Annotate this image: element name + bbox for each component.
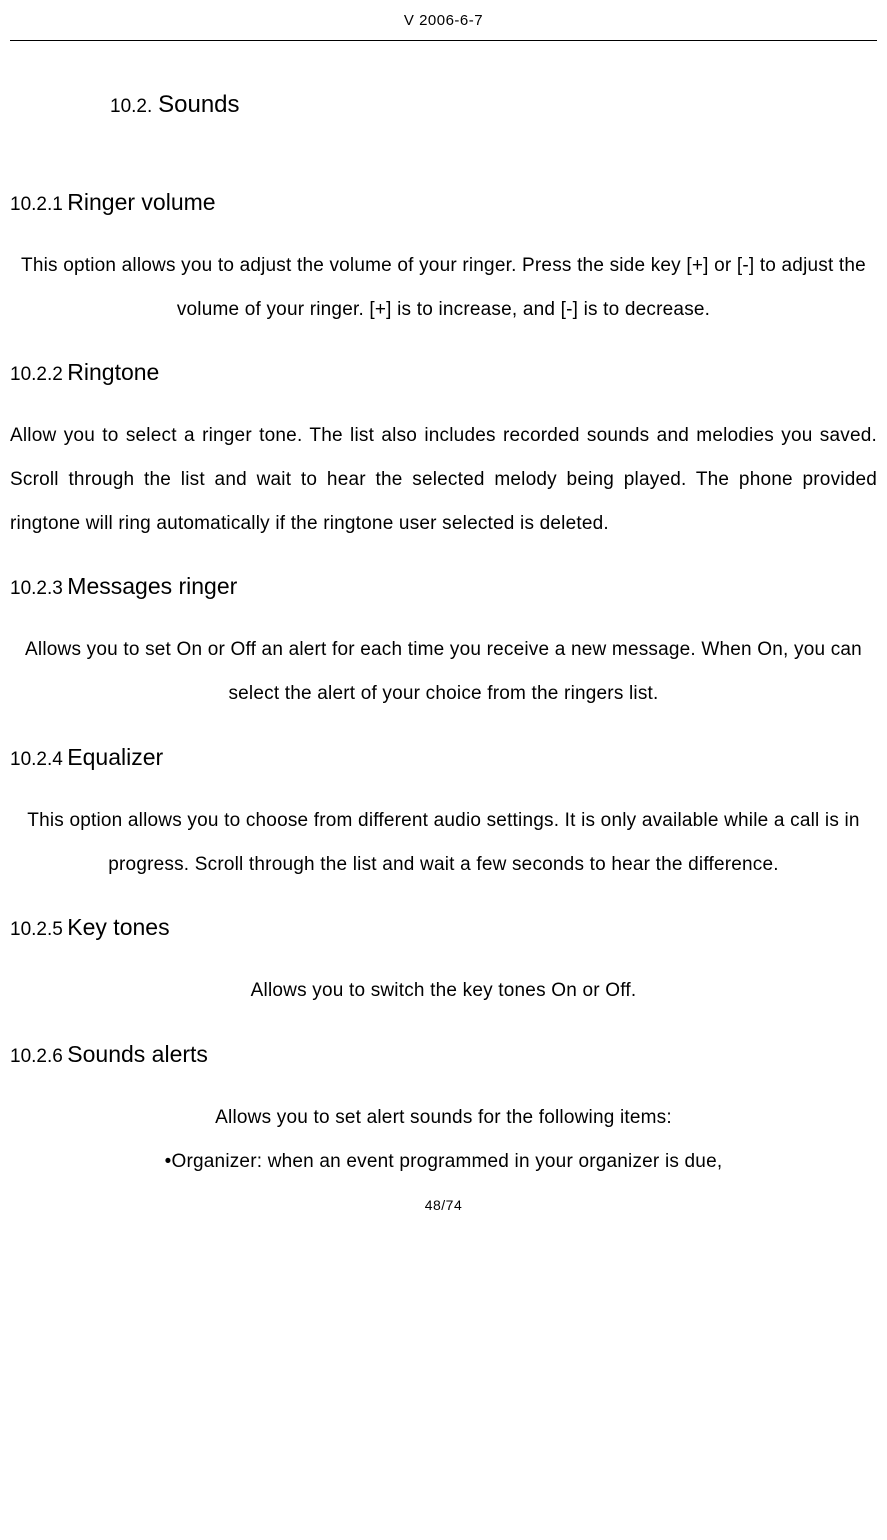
- page-number: 48/74: [425, 1197, 463, 1213]
- heading-10-2-3: 10.2.3 Messages ringer: [10, 573, 877, 600]
- page-footer: 48/74: [10, 1197, 877, 1213]
- subheading-number: 10.2.6: [10, 1046, 63, 1067]
- subheading-title: Ringtone: [67, 359, 159, 385]
- body-10-2-4: This option allows you to choose from di…: [10, 799, 877, 886]
- heading-10-2-6: 10.2.6 Sounds alerts: [10, 1041, 877, 1068]
- subheading-title: Sounds alerts: [67, 1041, 208, 1067]
- subheading-title: Ringer volume: [67, 189, 215, 215]
- subheading-number: 10.2.2: [10, 364, 63, 385]
- subheading-title: Key tones: [67, 914, 169, 940]
- heading-number: 10.2.: [110, 96, 152, 117]
- body-10-2-2: Allow you to select a ringer tone. The l…: [10, 414, 877, 545]
- heading-10-2-5: 10.2.5 Key tones: [10, 914, 877, 941]
- document-page: V 2006-6-7 10.2. Sounds 10.2.1 Ringer vo…: [0, 0, 887, 1213]
- heading-10-2-2: 10.2.2 Ringtone: [10, 359, 877, 386]
- heading-10-2-1: 10.2.1 Ringer volume: [10, 189, 877, 216]
- subheading-number: 10.2.3: [10, 578, 63, 599]
- heading-10-2: 10.2. Sounds: [110, 91, 877, 119]
- subheading-title: Messages ringer: [67, 573, 237, 599]
- body-10-2-6-line2: •Organizer: when an event programmed in …: [10, 1140, 877, 1184]
- heading-title: Sounds: [158, 91, 239, 118]
- body-10-2-1: This option allows you to adjust the vol…: [10, 244, 877, 331]
- body-10-2-3: Allows you to set On or Off an alert for…: [10, 628, 877, 715]
- subheading-number: 10.2.5: [10, 919, 63, 940]
- page-header: V 2006-6-7: [10, 12, 877, 41]
- body-10-2-6-line1: Allows you to set alert sounds for the f…: [10, 1096, 877, 1140]
- subheading-number: 10.2.1: [10, 194, 63, 215]
- heading-10-2-4: 10.2.4 Equalizer: [10, 744, 877, 771]
- version-label: V 2006-6-7: [404, 12, 483, 29]
- subheading-number: 10.2.4: [10, 749, 63, 770]
- body-10-2-5: Allows you to switch the key tones On or…: [10, 969, 877, 1013]
- subheading-title: Equalizer: [67, 744, 163, 770]
